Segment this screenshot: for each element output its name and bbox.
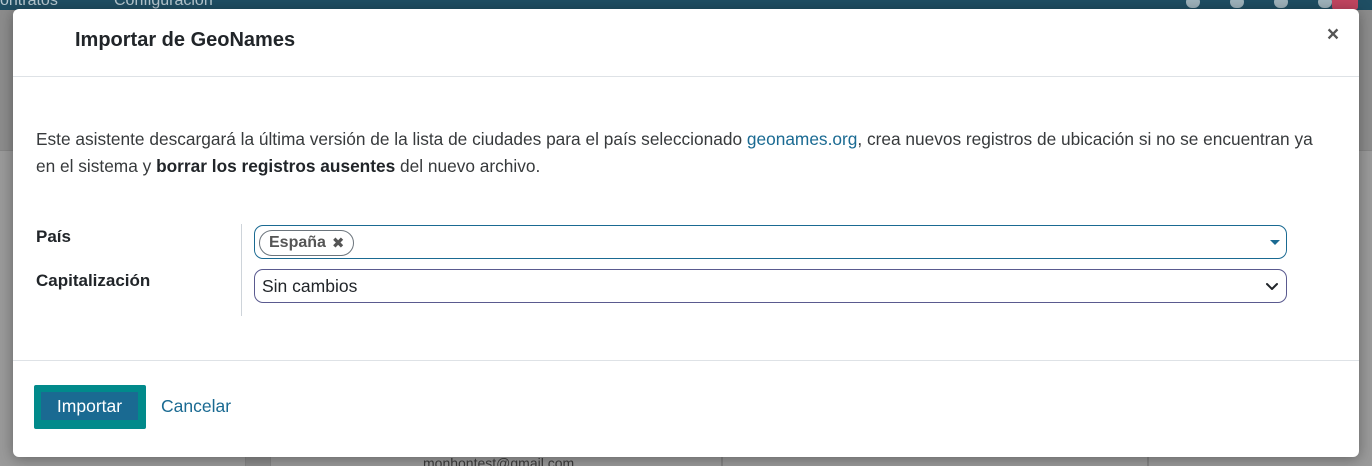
- import-geonames-dialog: Importar de GeoNames × Este asistente de…: [13, 9, 1359, 457]
- close-icon[interactable]: ×: [1321, 23, 1345, 47]
- import-button[interactable]: Importar: [34, 385, 146, 429]
- description-bold-text: borrar los registros ausentes: [156, 155, 396, 176]
- description-text: del nuevo archivo.: [395, 155, 541, 176]
- capitalization-select[interactable]: Sin cambios: [254, 269, 1287, 303]
- cancel-button[interactable]: Cancelar: [161, 396, 231, 417]
- country-many2many-input[interactable]: España ✖: [254, 225, 1287, 259]
- field-divider: [241, 224, 242, 316]
- bg-nav-icons: [1186, 0, 1332, 8]
- chevron-down-icon: [1265, 276, 1279, 296]
- country-label: País: [36, 227, 71, 246]
- import-button-label: Importar: [41, 392, 138, 420]
- tag-remove-icon[interactable]: ✖: [332, 234, 345, 252]
- description-text: Este asistente descargará la última vers…: [36, 129, 747, 149]
- country-tag: España ✖: [259, 230, 354, 256]
- dialog-header: Importar de GeoNames ×: [13, 9, 1359, 77]
- capitalization-value: Sin cambios: [262, 276, 358, 296]
- wizard-description: Este asistente descargará la última vers…: [36, 126, 1336, 179]
- caret-down-icon[interactable]: [1270, 240, 1280, 245]
- dialog-body: Este asistente descargará la última vers…: [13, 77, 1359, 361]
- dialog-footer: Importar Cancelar: [13, 361, 1359, 456]
- country-tag-label: España: [269, 234, 326, 251]
- geonames-link[interactable]: geonames.org: [747, 129, 857, 149]
- dialog-title: Importar de GeoNames: [75, 29, 296, 51]
- capitalization-label: Capitalización: [36, 271, 151, 290]
